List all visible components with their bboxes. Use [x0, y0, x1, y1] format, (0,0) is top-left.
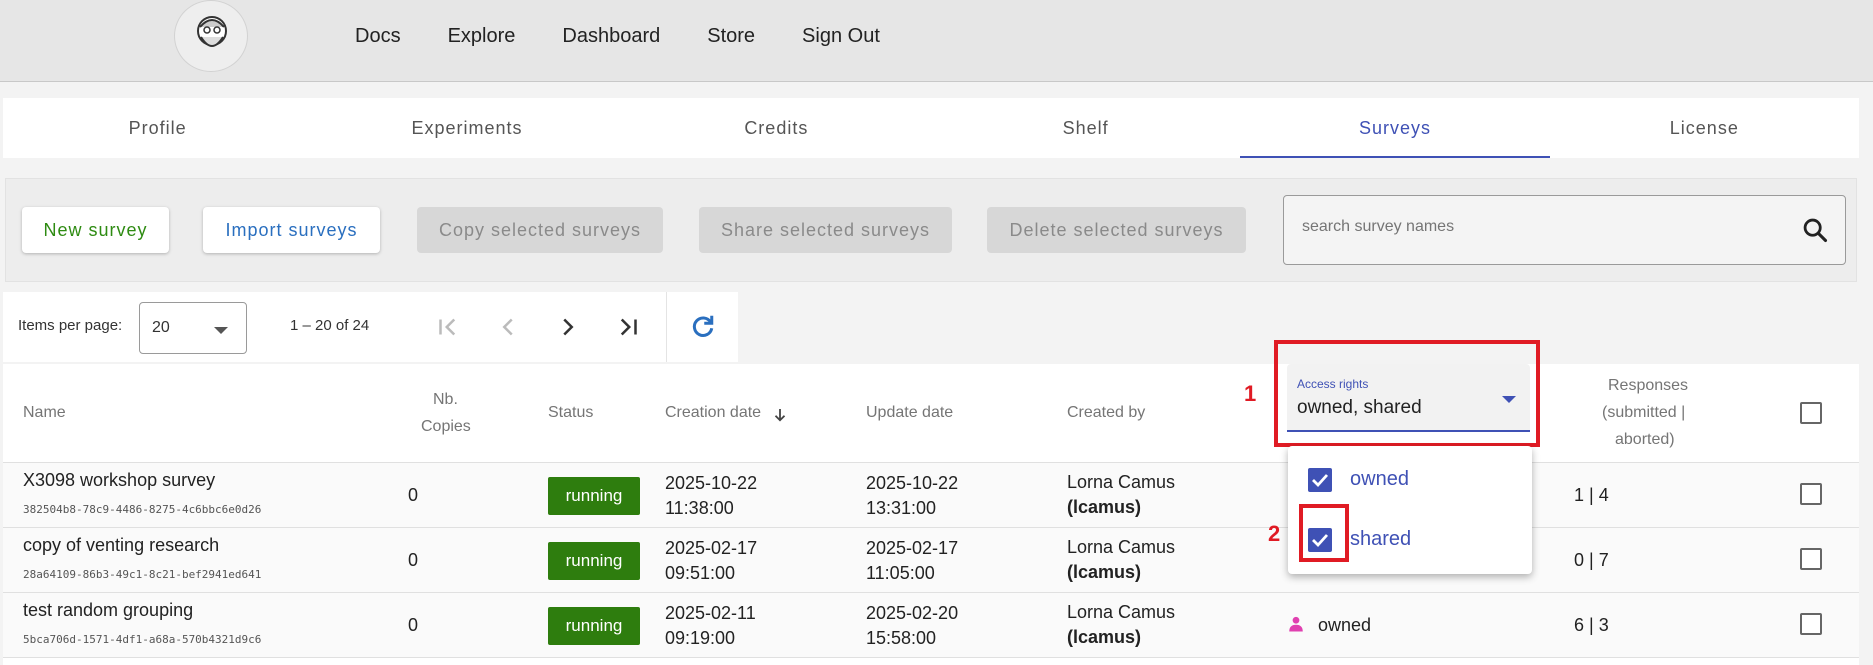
nav-store[interactable]: Store — [707, 25, 755, 48]
annotation-highlight-box — [1299, 504, 1349, 562]
creator-name: Lorna Camus — [1067, 472, 1176, 492]
delete-selected-button[interactable]: Delete selected surveys — [987, 207, 1246, 253]
survey-toolbar: New survey Import surveys Copy selected … — [5, 178, 1857, 282]
col-responses-line1: Responses — [1608, 377, 1689, 394]
status-badge: running — [548, 542, 640, 580]
copy-selected-button[interactable]: Copy selected surveys — [417, 207, 663, 253]
copies-count: 0 — [408, 485, 419, 505]
share-selected-button[interactable]: Share selected surveys — [699, 207, 952, 253]
row-checkbox[interactable] — [1800, 483, 1822, 505]
copies-count: 0 — [408, 550, 419, 570]
created-time: 09:51:00 — [665, 563, 736, 583]
table-row[interactable]: X3098 workshop survey 382504b8-78c9-4486… — [3, 463, 1859, 528]
tab-credits[interactable]: Credits — [622, 98, 931, 158]
checkmark-icon — [1312, 474, 1329, 488]
annotation-marker-1: 1 — [1244, 381, 1257, 406]
next-page-icon[interactable] — [553, 312, 583, 342]
row-checkbox[interactable] — [1800, 613, 1822, 635]
select-all-checkbox[interactable] — [1800, 402, 1822, 424]
created-date: 2025-10-22 — [665, 473, 758, 493]
created-time: 11:38:00 — [665, 498, 734, 518]
surveys-table: Name Nb. Copies Status Creation date Upd… — [3, 364, 1859, 665]
person-icon — [1289, 616, 1303, 632]
search-icon[interactable] — [1801, 216, 1829, 244]
survey-name[interactable]: test random grouping — [23, 600, 193, 621]
created-time: 09:19:00 — [665, 628, 736, 648]
main-nav: Docs Explore Dashboard Store Sign Out — [355, 0, 927, 72]
logo-avatar[interactable] — [174, 0, 248, 72]
owned-option-label: owned — [1350, 468, 1409, 490]
prev-page-icon[interactable] — [493, 312, 523, 342]
updated-time: 11:05:00 — [866, 563, 935, 583]
sort-arrow-down-icon[interactable] — [771, 406, 789, 424]
updated-date: 2025-10-22 — [866, 473, 959, 493]
responses-count: 6 | 3 — [1574, 615, 1609, 635]
col-responses-line3: aborted) — [1615, 431, 1675, 448]
tab-license[interactable]: License — [1550, 98, 1859, 158]
col-copies-line2: Copies — [421, 418, 471, 435]
refresh-icon[interactable] — [688, 312, 718, 342]
items-per-page-select[interactable]: 20 — [139, 302, 247, 354]
col-update-date[interactable]: Update date — [866, 404, 953, 422]
updated-date: 2025-02-20 — [866, 603, 959, 623]
search-input[interactable] — [1302, 218, 1782, 236]
page-range: 1 – 20 of 24 — [290, 317, 370, 334]
option-owned[interactable]: owned — [1288, 450, 1532, 510]
access-rights-value: owned — [1318, 615, 1372, 635]
col-responses-line2: (submitted | — [1602, 404, 1686, 421]
nav-explore[interactable]: Explore — [448, 25, 516, 48]
import-surveys-button[interactable]: Import surveys — [203, 207, 380, 253]
col-status[interactable]: Status — [548, 404, 593, 422]
tab-surveys[interactable]: Surveys — [1240, 98, 1550, 158]
tab-experiments[interactable]: Experiments — [312, 98, 621, 158]
row-checkbox[interactable] — [1800, 548, 1822, 570]
responses-count: 1 | 4 — [1574, 485, 1609, 505]
divider — [666, 292, 667, 362]
owned-checkbox[interactable] — [1308, 468, 1332, 492]
survey-uuid: 28a64109-86b3-49c1-8c21-bef2941ed641 — [23, 568, 262, 581]
nav-dashboard[interactable]: Dashboard — [562, 25, 660, 48]
creator-name: Lorna Camus — [1067, 602, 1176, 622]
chevron-down-icon — [214, 327, 228, 334]
nav-docs[interactable]: Docs — [355, 25, 401, 48]
first-page-icon[interactable] — [433, 312, 463, 342]
creator-login: (lcamus) — [1067, 562, 1142, 582]
updated-time: 13:31:00 — [866, 498, 937, 518]
section-tabs: Profile Experiments Credits Shelf Survey… — [3, 98, 1859, 158]
col-created-by[interactable]: Created by — [1067, 404, 1145, 422]
survey-name[interactable]: X3098 workshop survey — [23, 470, 215, 491]
col-name[interactable]: Name — [23, 404, 66, 422]
creator-login: (lcamus) — [1067, 627, 1142, 647]
items-per-page-value: 20 — [152, 319, 170, 336]
survey-uuid: 5bca706d-1571-4df1-a68a-570b4321d9c6 — [23, 633, 262, 646]
items-per-page-label: Items per page: — [18, 317, 123, 334]
created-date: 2025-02-11 — [665, 603, 756, 623]
col-copies-line1: Nb. — [433, 391, 458, 408]
table-row[interactable]: test random grouping 5bca706d-1571-4df1-… — [3, 593, 1859, 658]
creator-login: (lcamus) — [1067, 497, 1142, 517]
tab-profile[interactable]: Profile — [3, 98, 312, 158]
survey-name[interactable]: copy of venting research — [23, 535, 219, 556]
updated-date: 2025-02-17 — [866, 538, 959, 558]
created-date: 2025-02-17 — [665, 538, 758, 558]
tab-shelf[interactable]: Shelf — [931, 98, 1240, 158]
responses-count: 0 | 7 — [1574, 550, 1609, 570]
col-creation-date[interactable]: Creation date — [665, 404, 761, 422]
status-badge: running — [548, 477, 640, 515]
creator-name: Lorna Camus — [1067, 537, 1176, 557]
top-navbar: Docs Explore Dashboard Store Sign Out — [0, 0, 1873, 82]
survey-uuid: 382504b8-78c9-4486-8275-4c6bbc6e0d26 — [23, 503, 262, 516]
shared-option-label: shared — [1350, 528, 1412, 550]
nav-sign-out[interactable]: Sign Out — [802, 25, 880, 48]
new-survey-button[interactable]: New survey — [22, 207, 169, 253]
annotation-marker-2: 2 — [1268, 521, 1281, 546]
status-badge: running — [548, 607, 640, 645]
updated-time: 15:58:00 — [866, 628, 937, 648]
last-page-icon[interactable] — [613, 312, 643, 342]
table-row[interactable]: copy of venting research 28a64109-86b3-4… — [3, 528, 1859, 593]
annotation-highlight-box — [1274, 340, 1540, 447]
paginator: Items per page: 20 1 – 20 of 24 — [3, 292, 738, 362]
copies-count: 0 — [408, 615, 419, 635]
search-box — [1283, 195, 1846, 265]
